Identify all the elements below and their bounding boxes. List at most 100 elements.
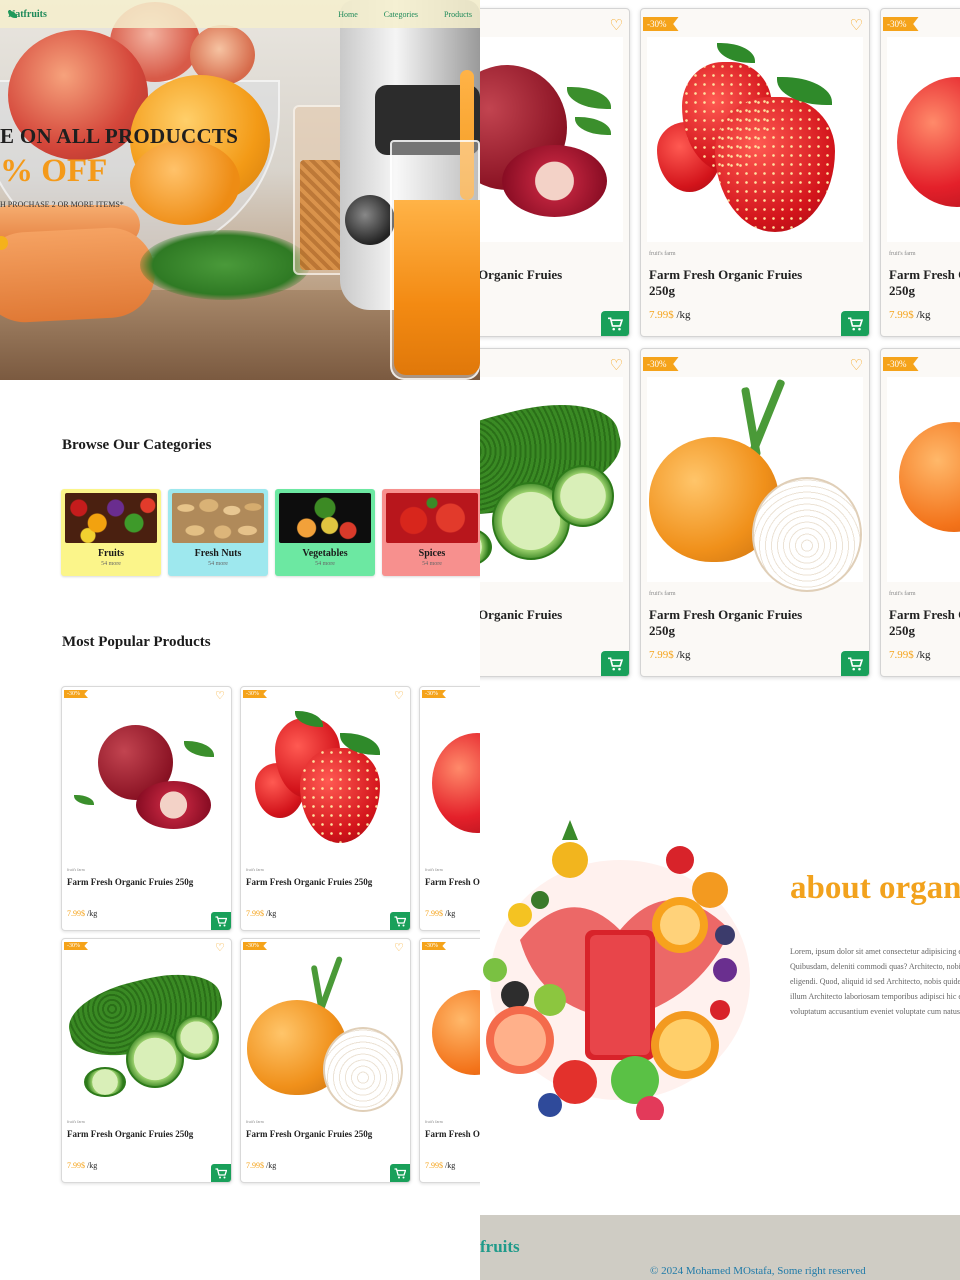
add-to-cart-button[interactable] — [390, 1164, 410, 1182]
product-card[interactable]: -30% ♡ fruit's farm Farm Fresh Organic F… — [640, 8, 870, 337]
add-to-cart-button[interactable] — [841, 311, 869, 336]
onion-image — [245, 955, 406, 1112]
hero-orange-image — [130, 140, 240, 225]
cucumber-image — [62, 955, 230, 1110]
category-name: Vegetables — [302, 548, 348, 559]
product-price: 7.99$ /kg — [425, 909, 455, 918]
product-price: 7.99$ /kg — [889, 649, 931, 661]
category-image-nuts — [172, 493, 264, 543]
product-card[interactable]: -30% ♡ fruit's farm Farm Fresh Organic F… — [419, 686, 480, 931]
product-card[interactable]: ♡ fruit's farm Farm Fresh Organic Fruies… — [480, 8, 630, 337]
product-title[interactable]: Farm Fresh Organic Fruies 250g — [649, 607, 829, 639]
product-title[interactable]: Farm Fresh Organic Fruies 250g — [67, 877, 197, 888]
product-row: -30% ♡ fruit's farm Farm Fresh Organic F… — [61, 938, 480, 1183]
hero-greens-image — [140, 230, 310, 300]
heart-icon[interactable]: ♡ — [215, 691, 226, 702]
product-card[interactable]: ♡ fruit's farm Farm Fresh Organic Fruies… — [480, 348, 630, 677]
product-card[interactable]: -30% ♡ fruit's farm Farm Fresh Organic F… — [240, 938, 411, 1183]
product-card[interactable]: -30% ♡ fruit's farm Farm Fresh Organic F… — [880, 8, 960, 337]
brand-logo[interactable]: Natfruits — [8, 9, 47, 20]
footer: fruits © 2024 Mohamed MOstafa, Some righ… — [480, 1215, 960, 1280]
product-brand: fruit's farm — [67, 867, 85, 872]
popular-products-title: Most Popular Products — [62, 634, 211, 650]
footer-logo[interactable]: fruits — [480, 1237, 520, 1257]
product-card[interactable]: -30% ♡ fruit's farm Farm Fresh Organic F… — [880, 348, 960, 677]
product-title[interactable]: Farm Fresh Organic Fruies 250g — [649, 267, 829, 299]
product-title[interactable]: Farm Fresh Organic Fruies 250g — [67, 1129, 197, 1140]
product-brand: fruit's farm — [67, 1119, 85, 1124]
cart-icon — [215, 1167, 227, 1178]
nav-link-home[interactable]: Home — [338, 10, 358, 19]
right-panel: ♡ fruit's farm Farm Fresh Organic Fruies… — [480, 0, 960, 1280]
product-brand: fruit's farm — [889, 591, 916, 597]
price-unit: /kg — [676, 309, 691, 321]
orange-image — [887, 377, 960, 582]
category-name: Spices — [418, 548, 446, 559]
product-title[interactable]: Farm Fresh Organic Fruies 250g — [246, 1129, 376, 1140]
product-brand: fruit's farm — [649, 591, 676, 597]
product-card[interactable]: -30% ♡ fruit's farm Farm Fresh Organic F… — [419, 938, 480, 1183]
add-to-cart-button[interactable] — [211, 1164, 231, 1182]
hero-banner: E ON ALL PRODUCCTS % OFF H PROCHASE 2 OR… — [0, 0, 480, 380]
categories-title: Browse Our Categories — [62, 437, 212, 453]
category-card-fruits[interactable]: Fruits 54 more — [61, 489, 161, 576]
heart-icon[interactable]: ♡ — [394, 691, 405, 702]
category-list: Fruits 54 more Fresh Nuts 54 more Vegeta… — [61, 489, 480, 576]
product-title[interactable]: Farm Fresh Organic Fruies 250g — [480, 607, 589, 639]
product-title[interactable]: Farm Fresh Organic Fruies 250g — [889, 607, 960, 639]
add-to-cart-button[interactable] — [211, 912, 231, 930]
about-fruit-splash-image — [480, 820, 760, 1124]
category-name: Fruits — [97, 548, 125, 559]
heart-icon[interactable]: ♡ — [850, 356, 863, 375]
nav-links: Home Categories Products — [338, 10, 472, 19]
heart-icon[interactable]: ♡ — [850, 16, 863, 35]
product-card[interactable]: -30% ♡ fruit's farm Farm Fresh Organic F… — [240, 686, 411, 931]
product-title[interactable]: Farm Fresh Organic Fruies 250g — [246, 877, 376, 888]
price-amount: 7.99$ — [649, 649, 674, 661]
nav-link-categories[interactable]: Categories — [384, 10, 418, 19]
product-title[interactable]: Farm Fresh Organic Fruies 250g — [425, 1129, 480, 1140]
add-to-cart-button[interactable] — [841, 651, 869, 676]
cart-icon — [848, 656, 863, 670]
product-card[interactable]: -30% ♡ fruit's farm Farm Fresh Organic F… — [61, 938, 232, 1183]
product-title[interactable]: Farm Fresh Organic Fruies 250g — [425, 877, 480, 888]
heart-icon[interactable]: ♡ — [215, 943, 226, 954]
strawberry-image — [647, 37, 863, 242]
category-card-spices[interactable]: Spices 54 more — [382, 489, 480, 576]
product-price: 7.99$ /kg — [889, 309, 931, 321]
pomegranate-image — [66, 703, 227, 858]
product-card[interactable]: -30% ♡ fruit's farm Farm Fresh Organic F… — [61, 686, 232, 931]
fruit-splash-illustration — [483, 820, 750, 1124]
add-to-cart-button[interactable] — [601, 311, 629, 336]
category-name: Fresh Nuts — [194, 548, 242, 559]
discount-badge: -30% — [643, 357, 679, 371]
cart-icon — [394, 1167, 406, 1178]
discount-badge: -30% — [883, 17, 919, 31]
product-title[interactable]: Farm Fresh Organic Fruies 250g — [889, 267, 960, 299]
product-title[interactable]: Farm Fresh Organic Fruies 250g — [480, 267, 589, 299]
add-to-cart-button[interactable] — [390, 912, 410, 930]
heart-icon[interactable]: ♡ — [610, 16, 623, 35]
orange-image — [424, 955, 480, 1110]
price-unit: /kg — [445, 1161, 456, 1170]
hero-carrot-image — [0, 225, 158, 325]
price-amount: 7.99$ — [649, 309, 674, 321]
heart-icon[interactable]: ♡ — [610, 356, 623, 375]
product-card[interactable]: -30% ♡ fruit's farm Farm Fresh Organic F… — [640, 348, 870, 677]
discount-badge: -30% — [243, 690, 267, 698]
price-unit: /kg — [87, 1161, 98, 1170]
add-to-cart-button[interactable] — [601, 651, 629, 676]
price-amount: 7.99$ — [425, 909, 443, 918]
nav-link-products[interactable]: Products — [444, 10, 472, 19]
navbar: Natfruits Home Categories Products — [0, 0, 480, 28]
category-card-fresh-nuts[interactable]: Fresh Nuts 54 more — [168, 489, 268, 576]
price-amount: 7.99$ — [67, 1161, 85, 1170]
about-paragraph: Lorem, ipsum dolor sit amet consectetur … — [790, 947, 960, 1016]
heart-icon[interactable]: ♡ — [394, 943, 405, 954]
category-card-vegetables[interactable]: Vegetables 54 more — [275, 489, 375, 576]
category-count: 54 more — [101, 561, 121, 567]
price-amount: 7.99$ — [246, 909, 264, 918]
cart-icon — [608, 316, 623, 330]
product-row: ♡ fruit's farm Farm Fresh Organic Fruies… — [480, 8, 960, 337]
price-amount: 7.99$ — [889, 649, 914, 661]
